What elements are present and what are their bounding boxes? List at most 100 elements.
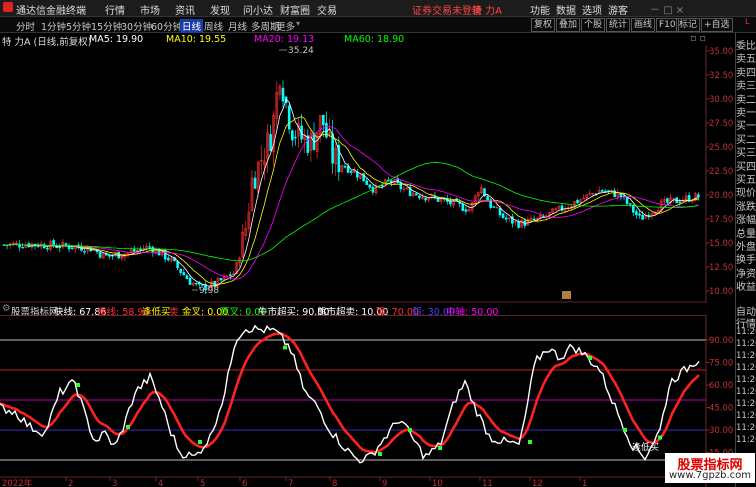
menu-options[interactable]: 选项 bbox=[582, 2, 602, 17]
price-label: 17.50 bbox=[709, 215, 733, 225]
slow-line bbox=[0, 332, 700, 454]
candle-body bbox=[325, 122, 328, 138]
tab-30min[interactable]: 30分钟 bbox=[121, 19, 152, 33]
menu-data[interactable]: 数据 bbox=[556, 2, 576, 17]
price-label: 10.00 bbox=[709, 287, 733, 297]
ma10-line bbox=[3, 116, 699, 285]
low-annotation: 9.98 bbox=[199, 286, 219, 296]
menu-wealth[interactable]: 财富圈 bbox=[280, 2, 310, 17]
overlay-button[interactable]: 叠加 bbox=[556, 18, 581, 32]
candle-body bbox=[492, 206, 496, 208]
tab-daily[interactable]: 日线 bbox=[180, 19, 204, 33]
menu-discover[interactable]: 发现 bbox=[210, 2, 230, 17]
ma5-label: MA5: 19.90 bbox=[89, 34, 144, 45]
candle-body bbox=[188, 277, 192, 285]
menu-function[interactable]: 功能 bbox=[530, 2, 550, 17]
menu-guest[interactable]: 游客 bbox=[608, 2, 628, 17]
candle-body bbox=[253, 177, 257, 189]
stats-button[interactable]: 统计 bbox=[606, 18, 631, 32]
sub-label: 45.00 bbox=[709, 404, 733, 414]
tab-15min[interactable]: 15分钟 bbox=[91, 19, 122, 33]
candle-body bbox=[576, 199, 579, 204]
candle-body bbox=[98, 251, 102, 258]
cross-marker bbox=[623, 428, 627, 432]
price-label: 20.00 bbox=[709, 191, 733, 201]
cross-marker bbox=[378, 452, 382, 456]
cross-marker bbox=[658, 435, 662, 440]
menu-quotes[interactable]: 行情 bbox=[105, 2, 125, 17]
tab-1min[interactable]: 1分钟 bbox=[41, 19, 66, 33]
candle-body bbox=[132, 249, 136, 252]
time-label: 2 bbox=[68, 479, 73, 487]
tab-more[interactable]: 更多 bbox=[276, 19, 295, 33]
ma-lines bbox=[3, 98, 699, 287]
menu-market[interactable]: 市场 bbox=[140, 2, 160, 17]
candle-body bbox=[641, 215, 644, 220]
cross-marker bbox=[283, 345, 287, 350]
menu-news[interactable]: 资讯 bbox=[175, 2, 195, 17]
stock-button[interactable]: 个股 bbox=[581, 18, 606, 32]
candle-body bbox=[58, 246, 62, 249]
candle-body bbox=[294, 136, 297, 139]
time-label: 1 bbox=[582, 479, 587, 487]
menu-trade[interactable]: 交易 bbox=[317, 2, 337, 17]
ma5-line bbox=[3, 98, 699, 287]
cross-marker bbox=[198, 440, 202, 444]
tab-monthly[interactable]: 月线 bbox=[228, 19, 247, 33]
indicator-chart: 90.0075.0060.0045.0030.0015.00 逢低买 2022年… bbox=[0, 315, 733, 487]
candle-body bbox=[287, 105, 291, 130]
panel-close-icon[interactable]: ▫ ▫ bbox=[690, 33, 706, 44]
candle-body bbox=[70, 247, 74, 249]
candle-body bbox=[21, 246, 24, 249]
ma10-label: MA10: 19.55 bbox=[166, 34, 227, 45]
fast-line bbox=[0, 324, 700, 464]
tick-time: 11:26 bbox=[736, 339, 756, 349]
candle-body bbox=[219, 278, 223, 281]
time-axis: 2022年 2 3 4 5 6 7 8 9 10 11 12 1 bbox=[0, 476, 706, 487]
adjust-button[interactable]: 复权 bbox=[531, 18, 556, 32]
candle-body bbox=[148, 246, 151, 248]
ma60-label: MA60: 18.90 bbox=[344, 34, 405, 45]
window-controls-icon[interactable]: － □ × bbox=[650, 1, 684, 16]
candle-body bbox=[229, 274, 232, 277]
menu-bar: 通达信金融终端 行情 市场 资讯 发现 问小达 财富圈 交易 证券交易未登录 特… bbox=[0, 0, 756, 17]
draw-button[interactable]: 画线 bbox=[631, 18, 656, 32]
price-label: 27.50 bbox=[709, 119, 733, 129]
quote-panel: 委比 卖五 卖四 卖三 卖二 卖一 买一 买二 买三 买四 买五 现价 涨跌 涨幅 总量 外盘 换手 净资 收益 自… bbox=[735, 33, 756, 487]
candle-body bbox=[194, 282, 198, 285]
indicator-gear-icon[interactable]: ⚙ bbox=[2, 303, 11, 314]
tick-time: 11:26 bbox=[736, 351, 756, 361]
candle-body bbox=[343, 166, 347, 168]
candle-body bbox=[179, 268, 182, 273]
candle-body bbox=[504, 217, 508, 220]
add-watchlist-button[interactable]: +自选 bbox=[701, 18, 733, 32]
cross-marker bbox=[408, 428, 412, 432]
mark-button[interactable]: 标记 bbox=[676, 18, 701, 32]
buy-dip-annotation: 逢低买 bbox=[632, 441, 659, 453]
tick-time: 11:26 bbox=[736, 423, 756, 433]
event-marker-icon[interactable] bbox=[562, 291, 571, 299]
time-label: 4 bbox=[158, 479, 163, 487]
price-axis: 35.00 32.50 30.00 27.50 25.00 22.50 20.00 17.50… bbox=[705, 45, 733, 303]
panel-l-icon[interactable]: L bbox=[745, 17, 749, 26]
time-label: 12 bbox=[532, 479, 543, 487]
time-label: 6 bbox=[242, 479, 247, 487]
tab-weekly[interactable]: 周线 bbox=[204, 19, 223, 33]
cross-marker bbox=[588, 356, 592, 360]
candle-body bbox=[365, 180, 369, 185]
candle-body bbox=[424, 197, 427, 201]
tab-5min[interactable]: 5分钟 bbox=[66, 19, 91, 33]
candle-body bbox=[625, 196, 629, 205]
app-title: 通达信金融终端 bbox=[16, 6, 86, 17]
menu-ask[interactable]: 问小达 bbox=[243, 2, 273, 17]
tick-time: 11:26 bbox=[736, 399, 756, 409]
time-label: 10 bbox=[432, 479, 443, 487]
candle-body bbox=[678, 201, 682, 204]
tab-timeshare[interactable]: 分时 bbox=[16, 19, 35, 33]
more-chevron-icon[interactable]: ▾ bbox=[296, 19, 300, 28]
cross-marker bbox=[126, 425, 130, 429]
candle-body bbox=[182, 272, 186, 276]
tab-60min[interactable]: 60分钟 bbox=[151, 19, 182, 33]
candle-body bbox=[666, 198, 669, 203]
tick-time: 11:26 bbox=[736, 411, 756, 421]
